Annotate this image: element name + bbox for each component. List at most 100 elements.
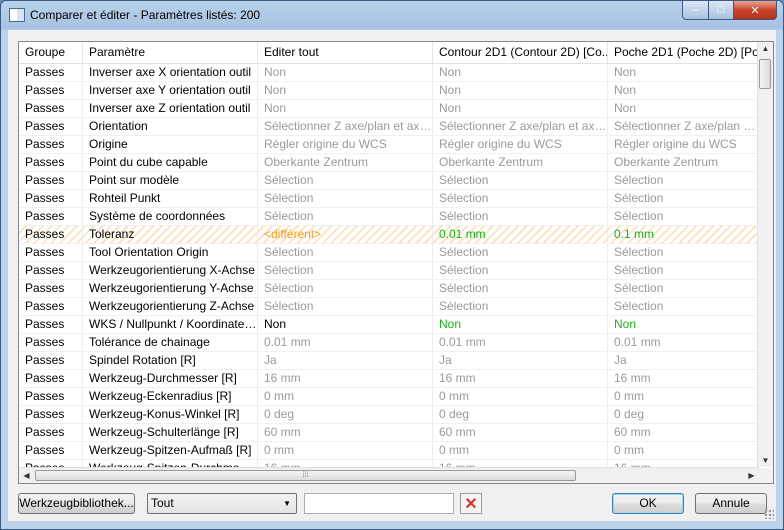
cell-edit-all[interactable]: Non bbox=[258, 316, 433, 333]
cell-pocket-value[interactable]: Non bbox=[608, 82, 759, 99]
cell-parameter[interactable]: Toleranz bbox=[83, 226, 258, 243]
cell-pocket-value[interactable]: Sélection bbox=[608, 244, 759, 261]
cell-group[interactable]: Passes bbox=[19, 64, 83, 81]
cell-contour-value[interactable]: 0 deg bbox=[433, 406, 608, 423]
search-input[interactable] bbox=[304, 493, 454, 514]
scroll-left-icon[interactable]: ◀ bbox=[19, 471, 34, 480]
cell-edit-all[interactable]: 16 mm bbox=[258, 460, 433, 467]
cell-pocket-value[interactable]: Sélectionner Z axe/plan et a bbox=[608, 118, 759, 135]
cell-parameter[interactable]: Werkzeug-Spitzen-Aufmaß [R] bbox=[83, 442, 258, 459]
filter-dropdown[interactable]: Tout ▼ bbox=[147, 493, 297, 514]
cell-parameter[interactable]: Inverser axe Z orientation outil bbox=[83, 100, 258, 117]
table-row[interactable]: Passes Orientation Sélectionner Z axe/plan… bbox=[19, 118, 759, 136]
cell-edit-all[interactable]: Sélection bbox=[258, 298, 433, 315]
minimize-button[interactable]: ‒ bbox=[682, 1, 709, 20]
table-row[interactable]: Passes Werkzeug-Konus-Winkel [R] 0 deg 0 de… bbox=[19, 406, 759, 424]
cell-group[interactable]: Passes bbox=[19, 334, 83, 351]
cell-contour-value[interactable]: Sélection bbox=[433, 208, 608, 225]
cell-contour-value[interactable]: Sélection bbox=[433, 172, 608, 189]
cell-pocket-value[interactable]: 16 mm bbox=[608, 460, 759, 467]
cell-pocket-value[interactable]: 0 mm bbox=[608, 442, 759, 459]
vertical-scroll-thumb[interactable] bbox=[759, 59, 771, 89]
cell-group[interactable]: Passes bbox=[19, 190, 83, 207]
cell-contour-value[interactable]: Régler origine du WCS bbox=[433, 136, 608, 153]
table-row[interactable]: Passes Werkzeugorientierung Z-Achse Sélect… bbox=[19, 298, 759, 316]
vertical-scrollbar[interactable]: ▲ ▼ bbox=[757, 42, 773, 467]
cell-edit-all[interactable]: Sélectionner Z axe/plan et axe X bbox=[258, 118, 433, 135]
tool-library-button[interactable]: Werkzeugbibliothek... bbox=[18, 493, 135, 514]
cell-contour-value[interactable]: Non bbox=[433, 64, 608, 81]
table-row[interactable]: Passes Werkzeug-Durchmesser [R] 16 mm 16 mm… bbox=[19, 370, 759, 388]
cell-contour-value[interactable]: Sélectionner Z axe/plan et axe X bbox=[433, 118, 608, 135]
cell-parameter[interactable]: Werkzeug-Konus-Winkel [R] bbox=[83, 406, 258, 423]
cell-parameter[interactable]: Orientation bbox=[83, 118, 258, 135]
cell-pocket-value[interactable]: 60 mm bbox=[608, 424, 759, 441]
cell-parameter[interactable]: Werkzeug-Eckenradius [R] bbox=[83, 388, 258, 405]
cell-edit-all[interactable]: Sélection bbox=[258, 172, 433, 189]
cell-edit-all[interactable]: Sélection bbox=[258, 280, 433, 297]
cell-contour-value[interactable]: 0 mm bbox=[433, 442, 608, 459]
cell-contour-value[interactable]: Non bbox=[433, 82, 608, 99]
ok-button[interactable]: OK bbox=[612, 493, 684, 514]
cell-parameter[interactable]: Tool Orientation Origin bbox=[83, 244, 258, 261]
cell-group[interactable]: Passes bbox=[19, 244, 83, 261]
cell-edit-all[interactable]: 0.01 mm bbox=[258, 334, 433, 351]
table-row[interactable]: Passes Werkzeug-Spitzen-Aufmaß [R] 0 mm 0 m… bbox=[19, 442, 759, 460]
cell-parameter[interactable]: Werkzeugorientierung Y-Achse bbox=[83, 280, 258, 297]
cell-contour-value[interactable]: Ja bbox=[433, 352, 608, 369]
cell-group[interactable]: Passes bbox=[19, 100, 83, 117]
cell-parameter[interactable]: Spindel Rotation [R] bbox=[83, 352, 258, 369]
table-row[interactable]: Passes Toleranz <différent> 0.01 mm 0.1 mm bbox=[19, 226, 759, 244]
cell-pocket-value[interactable]: Sélection bbox=[608, 190, 759, 207]
table-row[interactable]: Passes Point du cube capable Oberkante Zen… bbox=[19, 154, 759, 172]
cell-edit-all[interactable]: Sélection bbox=[258, 244, 433, 261]
column-header-pocket[interactable]: Poche 2D1 (Poche 2D) [Poche bbox=[608, 42, 759, 63]
cell-pocket-value[interactable]: 0 deg bbox=[608, 406, 759, 423]
cell-edit-all[interactable]: Non bbox=[258, 82, 433, 99]
cell-pocket-value[interactable]: 0.01 mm bbox=[608, 334, 759, 351]
cell-parameter[interactable]: Rohteil Punkt bbox=[83, 190, 258, 207]
cell-contour-value[interactable]: Non bbox=[433, 100, 608, 117]
column-header-group[interactable]: Groupe bbox=[19, 42, 83, 63]
cell-contour-value[interactable]: 0.01 mm bbox=[433, 226, 608, 243]
table-row[interactable]: Passes Tool Orientation Origin Sélection Sé… bbox=[19, 244, 759, 262]
table-row[interactable]: Passes Spindel Rotation [R] Ja Ja Ja bbox=[19, 352, 759, 370]
cell-contour-value[interactable]: Sélection bbox=[433, 262, 608, 279]
cell-parameter[interactable]: Werkzeug-Spitzen-Durchmesse... bbox=[83, 460, 258, 467]
cell-contour-value[interactable]: Sélection bbox=[433, 244, 608, 261]
cell-contour-value[interactable]: 0 mm bbox=[433, 388, 608, 405]
cell-group[interactable]: Passes bbox=[19, 352, 83, 369]
cell-parameter[interactable]: Werkzeug-Durchmesser [R] bbox=[83, 370, 258, 387]
table-row[interactable]: Passes Werkzeug-Eckenradius [R] 0 mm 0 mm 0 … bbox=[19, 388, 759, 406]
cancel-button[interactable]: Annule bbox=[695, 493, 767, 514]
scroll-down-icon[interactable]: ▼ bbox=[758, 456, 773, 465]
cell-edit-all[interactable]: Sélection bbox=[258, 262, 433, 279]
table-row[interactable]: Passes Tolérance de chainage 0.01 mm 0.01 m… bbox=[19, 334, 759, 352]
cell-pocket-value[interactable]: Sélection bbox=[608, 280, 759, 297]
table-row[interactable]: Passes Système de coordonnées Sélection Sél… bbox=[19, 208, 759, 226]
cell-edit-all[interactable]: <différent> bbox=[258, 226, 433, 243]
cell-edit-all[interactable]: Ja bbox=[258, 352, 433, 369]
cell-contour-value[interactable]: Oberkante Zentrum bbox=[433, 154, 608, 171]
cell-group[interactable]: Passes bbox=[19, 226, 83, 243]
table-row[interactable]: Passes Point sur modèle Sélection Sélection… bbox=[19, 172, 759, 190]
column-header-parameter[interactable]: Paramètre bbox=[83, 42, 258, 63]
cell-parameter[interactable]: Origine bbox=[83, 136, 258, 153]
cell-group[interactable]: Passes bbox=[19, 172, 83, 189]
table-row[interactable]: Passes Inverser axe X orientation outil No… bbox=[19, 64, 759, 82]
horizontal-scrollbar[interactable]: ◀ ⁞⁞⁞ ▶ bbox=[19, 467, 759, 483]
cell-group[interactable]: Passes bbox=[19, 316, 83, 333]
cell-group[interactable]: Passes bbox=[19, 118, 83, 135]
table-row[interactable]: Passes Werkzeugorientierung X-Achse Sélect… bbox=[19, 262, 759, 280]
cell-pocket-value[interactable]: Non bbox=[608, 64, 759, 81]
cell-pocket-value[interactable]: Oberkante Zentrum bbox=[608, 154, 759, 171]
resize-grip[interactable] bbox=[764, 509, 774, 519]
column-header-edit-all[interactable]: Editer tout bbox=[258, 42, 433, 63]
cell-contour-value[interactable]: 16 mm bbox=[433, 370, 608, 387]
table-row[interactable]: Passes Rohteil Punkt Sélection Sélection Sél… bbox=[19, 190, 759, 208]
cell-group[interactable]: Passes bbox=[19, 370, 83, 387]
cell-pocket-value[interactable]: Sélection bbox=[608, 298, 759, 315]
cell-pocket-value[interactable]: 0.1 mm bbox=[608, 226, 759, 243]
title-bar[interactable]: Comparer et éditer - Paramètres listés: … bbox=[1, 1, 783, 29]
cell-group[interactable]: Passes bbox=[19, 424, 83, 441]
